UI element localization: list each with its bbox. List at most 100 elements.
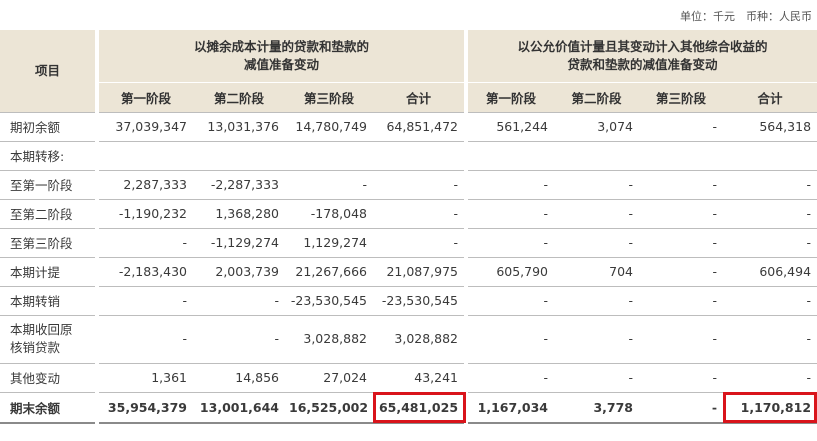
- cell: -2,183,430: [95, 257, 193, 287]
- cell: 1,129,274: [285, 228, 373, 258]
- highlighted-total-cell: 65,481,025: [373, 392, 467, 424]
- cell: [373, 141, 467, 171]
- cell: -: [95, 286, 193, 316]
- cell: [193, 141, 285, 171]
- cell: -: [639, 286, 724, 316]
- header-group2-line1: 以公允价值计量且其变动计入其他综合收益的: [517, 38, 768, 54]
- cell: -: [723, 170, 817, 200]
- cell: -: [723, 286, 817, 316]
- cell: -: [464, 228, 555, 258]
- cell: [95, 141, 193, 171]
- row-label-line2: 核销贷款: [10, 340, 61, 355]
- cell: [554, 141, 640, 171]
- cell: 2,287,333: [95, 170, 193, 200]
- row-label: 本期转移:: [0, 141, 97, 171]
- cell: 37,039,347: [95, 112, 193, 142]
- cell: -: [639, 315, 724, 364]
- header-total: 合计: [373, 82, 467, 113]
- table-row: 至第一阶段 2,287,333 -2,287,333 - - - - - -: [0, 170, 817, 200]
- cell: -: [464, 199, 555, 229]
- cell: -: [639, 170, 724, 200]
- table-row: 本期计提 -2,183,430 2,003,739 21,267,666 21,…: [0, 257, 817, 287]
- cell: -: [554, 199, 640, 229]
- cell: 21,087,975: [373, 257, 467, 287]
- cell: -: [639, 112, 724, 142]
- header-group1-line2: 减值准备变动: [244, 56, 320, 72]
- row-label: 本期收回原 核销贷款: [0, 315, 97, 364]
- cell: -23,530,545: [285, 286, 373, 316]
- cell: -: [464, 315, 555, 364]
- cell: 1,368,280: [193, 199, 285, 229]
- cell: 3,074: [554, 112, 640, 142]
- cell: -: [95, 315, 193, 364]
- row-label: 本期计提: [0, 257, 97, 287]
- header-total-fvoci: 合计: [723, 82, 817, 113]
- cell: 564,318: [723, 112, 817, 142]
- cell: -: [639, 392, 724, 424]
- header-group-amortized-cost: 以摊余成本计量的贷款和垫款的 减值准备变动: [94, 30, 467, 83]
- cell: -: [95, 228, 193, 258]
- impairment-table: 项目 以摊余成本计量的贷款和垫款的 减值准备变动 以公允价值计量且其变动计入其他…: [0, 30, 817, 424]
- cell: 704: [554, 257, 640, 287]
- cell: -: [554, 286, 640, 316]
- cell: 14,856: [193, 363, 285, 393]
- highlighted-total-cell-fvoci: 1,170,812: [723, 392, 817, 424]
- header-group-fvoci: 以公允价值计量且其变动计入其他综合收益的 贷款和垫款的减值准备变动: [464, 30, 817, 83]
- cell: -: [639, 257, 724, 287]
- cell: 605,790: [464, 257, 555, 287]
- cell: -: [373, 170, 467, 200]
- cell: -: [723, 199, 817, 229]
- cell: -23,530,545: [373, 286, 467, 316]
- header-stage3-fvoci: 第三阶段: [639, 82, 724, 113]
- row-label: 期末余额: [0, 392, 97, 424]
- cell: -2,287,333: [193, 170, 285, 200]
- cell: -1,129,274: [193, 228, 285, 258]
- cell: 16,525,002: [285, 392, 373, 424]
- header-stage3: 第三阶段: [285, 82, 373, 113]
- cell: -: [723, 228, 817, 258]
- cell: 13,031,376: [193, 112, 285, 142]
- table-row: 本期转销 - - -23,530,545 -23,530,545 - - - -: [0, 286, 817, 316]
- cell: [285, 141, 373, 171]
- cell: -: [193, 315, 285, 364]
- cell: 64,851,472: [373, 112, 467, 142]
- table-row: 至第二阶段 -1,190,232 1,368,280 -178,048 - - …: [0, 199, 817, 229]
- cell: -: [193, 286, 285, 316]
- header-item: 项目: [0, 30, 97, 113]
- table-row: 本期收回原 核销贷款 - - 3,028,882 3,028,882 - - -…: [0, 315, 817, 364]
- cell: 3,028,882: [373, 315, 467, 364]
- cell: -: [554, 315, 640, 364]
- row-label: 至第二阶段: [0, 199, 97, 229]
- cell: -: [373, 199, 467, 229]
- cell: -: [464, 286, 555, 316]
- cell: 27,024: [285, 363, 373, 393]
- row-label: 本期转销: [0, 286, 97, 316]
- header-stage2: 第二阶段: [193, 82, 285, 113]
- cell: -: [639, 363, 724, 393]
- cell: -: [373, 228, 467, 258]
- table-row: 期初余额 37,039,347 13,031,376 14,780,749 64…: [0, 112, 817, 142]
- cell: 606,494: [723, 257, 817, 287]
- cell: -: [723, 315, 817, 364]
- header-stage1-fvoci: 第一阶段: [464, 82, 555, 113]
- unit-note: 单位：千元 币种：人民币: [680, 10, 812, 23]
- row-label: 至第三阶段: [0, 228, 97, 258]
- cell: 21,267,666: [285, 257, 373, 287]
- table-row-closing-balance: 期末余额 35,954,379 13,001,644 16,525,002 65…: [0, 392, 817, 424]
- cell: -: [723, 363, 817, 393]
- cell: 561,244: [464, 112, 555, 142]
- header-group2-line2: 贷款和垫款的减值准备变动: [567, 56, 718, 72]
- cell: 13,001,644: [193, 392, 285, 424]
- cell: -: [554, 228, 640, 258]
- cell: -: [554, 363, 640, 393]
- cell: 35,954,379: [95, 392, 193, 424]
- cell: -: [639, 199, 724, 229]
- header-stage1: 第一阶段: [95, 82, 193, 113]
- row-label: 期初余额: [0, 112, 97, 142]
- cell: -: [554, 170, 640, 200]
- cell: [464, 141, 555, 171]
- cell: -: [464, 170, 555, 200]
- cell: -: [464, 363, 555, 393]
- row-label: 其他变动: [0, 363, 97, 393]
- cell: 2,003,739: [193, 257, 285, 287]
